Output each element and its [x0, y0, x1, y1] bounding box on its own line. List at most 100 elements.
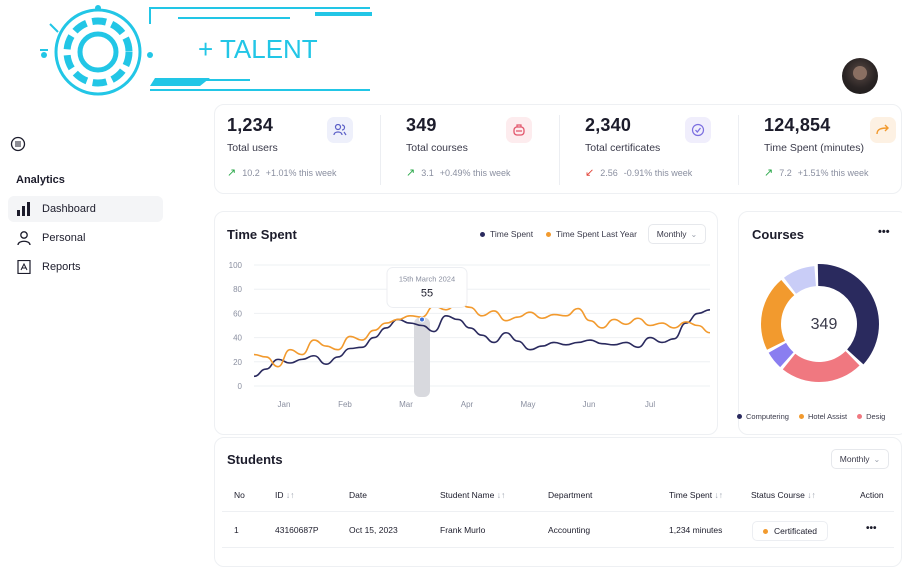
users-icon [327, 117, 353, 143]
cell-id: 43160687P [275, 525, 319, 535]
legend-dot [857, 414, 863, 419]
x-tick-label: Jul [645, 400, 655, 409]
col-header-label: Student Name [440, 490, 495, 500]
pdf-file-icon [17, 260, 31, 274]
x-tick-label: Mar [399, 400, 413, 409]
stat-change: +0.49% this week [439, 167, 511, 178]
stat-delta: 7.2 [779, 167, 792, 178]
check-badge-icon [685, 117, 711, 143]
students-period-select[interactable]: Monthly ⌄ [831, 449, 889, 469]
x-tick-label: May [520, 400, 535, 409]
y-tick-label: 80 [233, 285, 242, 294]
col-header-action: Action [860, 490, 884, 500]
more-icon[interactable]: ••• [878, 226, 890, 238]
status-badge: Certificated [752, 521, 828, 541]
legend-label: Desig [866, 412, 886, 421]
x-tick-label: Jun [583, 400, 596, 409]
time-spent-title: Time Spent [227, 227, 297, 242]
y-tick-label: 0 [238, 382, 243, 391]
col-header-label: Status Course [751, 490, 805, 500]
divider [738, 115, 739, 185]
donut-segment[interactable] [761, 279, 795, 350]
hover-highlight-bar [414, 317, 430, 397]
legend-item: Desig [857, 412, 885, 421]
stat-delta: 10.2 [242, 167, 260, 178]
legend-label: Time Spent Last Year [556, 229, 637, 239]
svg-text:+ TALENT: + TALENT [198, 34, 318, 64]
x-tick-label: Feb [338, 400, 352, 409]
stat-total-users: 1,234 Total users ↗ 10.2 +1.01% this week [227, 115, 357, 185]
trend-up-icon: ↗ [227, 167, 237, 179]
sort-icon: ↓↑ [714, 490, 724, 500]
tooltip-date: 15th March 2024 [399, 274, 455, 283]
col-header-id[interactable]: ID ↓↑ [275, 490, 294, 500]
legend-item: Hotel Assist [798, 412, 848, 421]
col-header-department: Department [548, 490, 593, 500]
status-label: Certificated [774, 526, 817, 536]
col-header-time-spent[interactable]: Time Spent ↓↑ [669, 490, 723, 500]
col-header-no: No [234, 490, 245, 500]
period-label: Monthly [656, 229, 687, 239]
divider [559, 115, 560, 185]
chevron-down-icon: ⌄ [690, 229, 698, 239]
cell-no: 1 [234, 525, 239, 535]
legend-time-spent: Time Spent [480, 229, 533, 239]
col-header-label: ID [275, 490, 284, 500]
courses-legend: Computering Hotel Assist Desig [737, 412, 885, 421]
legend-dot [480, 231, 485, 237]
stat-label: Time Spent (minutes) [764, 142, 864, 154]
col-header-student-name[interactable]: Student Name ↓↑ [440, 490, 505, 500]
divider [222, 547, 894, 548]
sidebar-item-dashboard[interactable]: Dashboard [8, 196, 163, 222]
sort-icon: ↓↑ [807, 490, 816, 500]
courses-title: Courses [752, 227, 805, 242]
sort-icon: ↓↑ [285, 490, 295, 500]
hover-point [419, 316, 425, 323]
y-tick-label: 40 [233, 334, 242, 343]
y-tick-label: 60 [233, 309, 242, 318]
stat-change: +1.01% this week [265, 167, 337, 178]
stat-label: Total courses [406, 142, 468, 154]
col-header-status-course[interactable]: Status Course ↓↑ [751, 490, 816, 500]
stat-change: -0.91% this week [623, 167, 693, 178]
trend-up-icon: ↗ [764, 167, 774, 179]
legend-label: Hotel Assist [807, 412, 848, 421]
stat-label: Total certificates [585, 142, 661, 154]
time-spent-chart: 0 20 40 60 80 100 Jan Feb Mar Apr May Jun Jul 15th Ma… [229, 261, 711, 409]
course-icon [506, 117, 532, 143]
legend-label: Computering [746, 412, 789, 421]
trend-down-icon: ↙ [585, 167, 595, 179]
donut-segment[interactable] [782, 351, 860, 382]
period-select[interactable]: Monthly ⌄ [648, 224, 706, 244]
y-tick-label: 100 [229, 261, 243, 270]
legend-item: Computering [737, 412, 789, 421]
x-tick-label: Jan [278, 400, 291, 409]
stat-trend: ↗ 3.1 +0.49% this week [406, 166, 536, 179]
divider [222, 511, 894, 512]
y-tick-label: 20 [233, 358, 242, 367]
bar-chart-icon [17, 202, 30, 216]
period-label: Monthly [839, 454, 870, 464]
donut-segment[interactable] [817, 264, 879, 365]
status-dot [763, 528, 768, 534]
sidebar-item-personal[interactable]: Personal [8, 225, 163, 251]
legend-dot [737, 414, 742, 419]
cell-time-spent: 1,234 minutes [669, 525, 723, 535]
sidebar-section-label: Analytics [16, 174, 65, 186]
courses-total: 349 [810, 316, 838, 333]
menu-icon[interactable] [10, 136, 26, 152]
user-icon [17, 231, 31, 245]
stat-time-spent: 124,854 Time Spent (minutes) ↗ 7.2 +1.51% … [764, 115, 896, 185]
row-action-more-icon[interactable]: ••• [866, 523, 877, 534]
sidebar-item-reports[interactable]: Reports [8, 254, 163, 280]
sort-icon: ↓↑ [496, 490, 506, 500]
sidebar-item-label: Personal [42, 232, 86, 244]
stat-trend: ↗ 10.2 +1.01% this week [227, 166, 357, 179]
stat-total-certificates: 2,340 Total certificates ↙ 2.56 -0.91% thi… [585, 115, 715, 185]
stat-delta: 2.56 [600, 167, 618, 178]
legend-time-spent-last-year: Time Spent Last Year [546, 229, 637, 239]
legend-dot [798, 414, 804, 419]
cell-student-name[interactable]: Frank Murlo [440, 525, 485, 535]
user-avatar[interactable] [842, 58, 878, 94]
cell-date: Oct 15, 2023 [349, 525, 398, 535]
